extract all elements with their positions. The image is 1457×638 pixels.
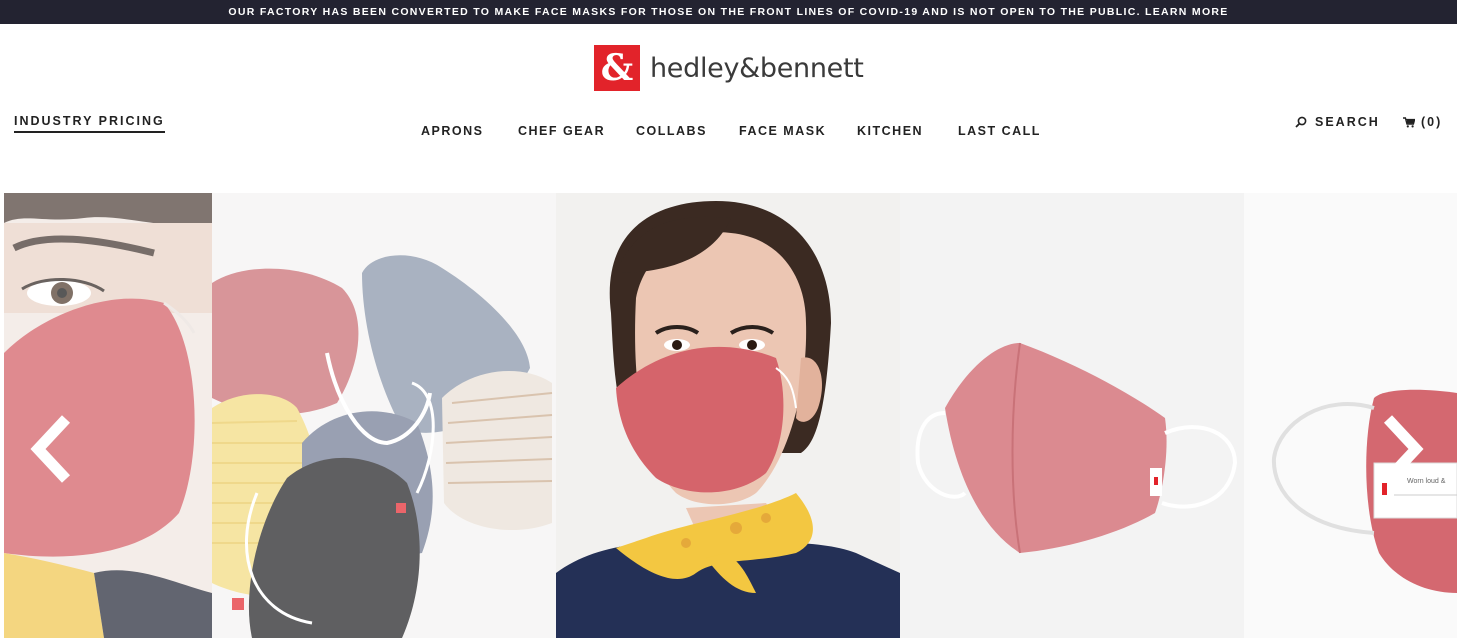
search-icon [1295,116,1307,128]
nav-item-face-mask[interactable]: FACE MASK [739,124,826,138]
logo-mark: & [594,45,640,91]
nav-item-kitchen[interactable]: KITCHEN [857,124,923,138]
cart-count: (0) [1421,115,1443,129]
logo-wordmark: hedley&bennett [650,52,864,84]
slide-mask-flatlay[interactable] [212,193,556,638]
model-mask-image [556,193,900,638]
cart-icon [1403,116,1415,128]
announcement-bar[interactable]: OUR FACTORY HAS BEEN CONVERTED TO MAKE F… [0,0,1457,24]
slide-model-mask[interactable] [556,193,900,638]
main-nav: APRONS CHEF GEAR COLLABS FACE MASK KITCH… [0,124,1457,140]
mask-product-image [900,193,1244,638]
carousel-next-button[interactable] [1378,413,1428,485]
search-label: SEARCH [1315,115,1380,129]
nav-item-chef-gear[interactable]: CHEF GEAR [518,124,605,138]
chevron-left-icon [26,415,76,489]
search-button[interactable]: SEARCH [1295,115,1380,129]
cart-button[interactable]: (0) [1403,115,1442,129]
product-carousel[interactable]: Worn loud & [0,193,1457,638]
carousel-prev-button[interactable] [26,413,76,485]
nav-item-collabs[interactable]: COLLABS [636,124,707,138]
chevron-right-icon [1378,415,1428,489]
nav-item-aprons[interactable]: APRONS [421,124,483,138]
slide-mask-product[interactable] [900,193,1244,638]
nav-item-last-call[interactable]: LAST CALL [958,124,1041,138]
announcement-text[interactable]: OUR FACTORY HAS BEEN CONVERTED TO MAKE F… [228,6,1228,18]
brand-logo[interactable]: & hedley&bennett [594,45,864,91]
